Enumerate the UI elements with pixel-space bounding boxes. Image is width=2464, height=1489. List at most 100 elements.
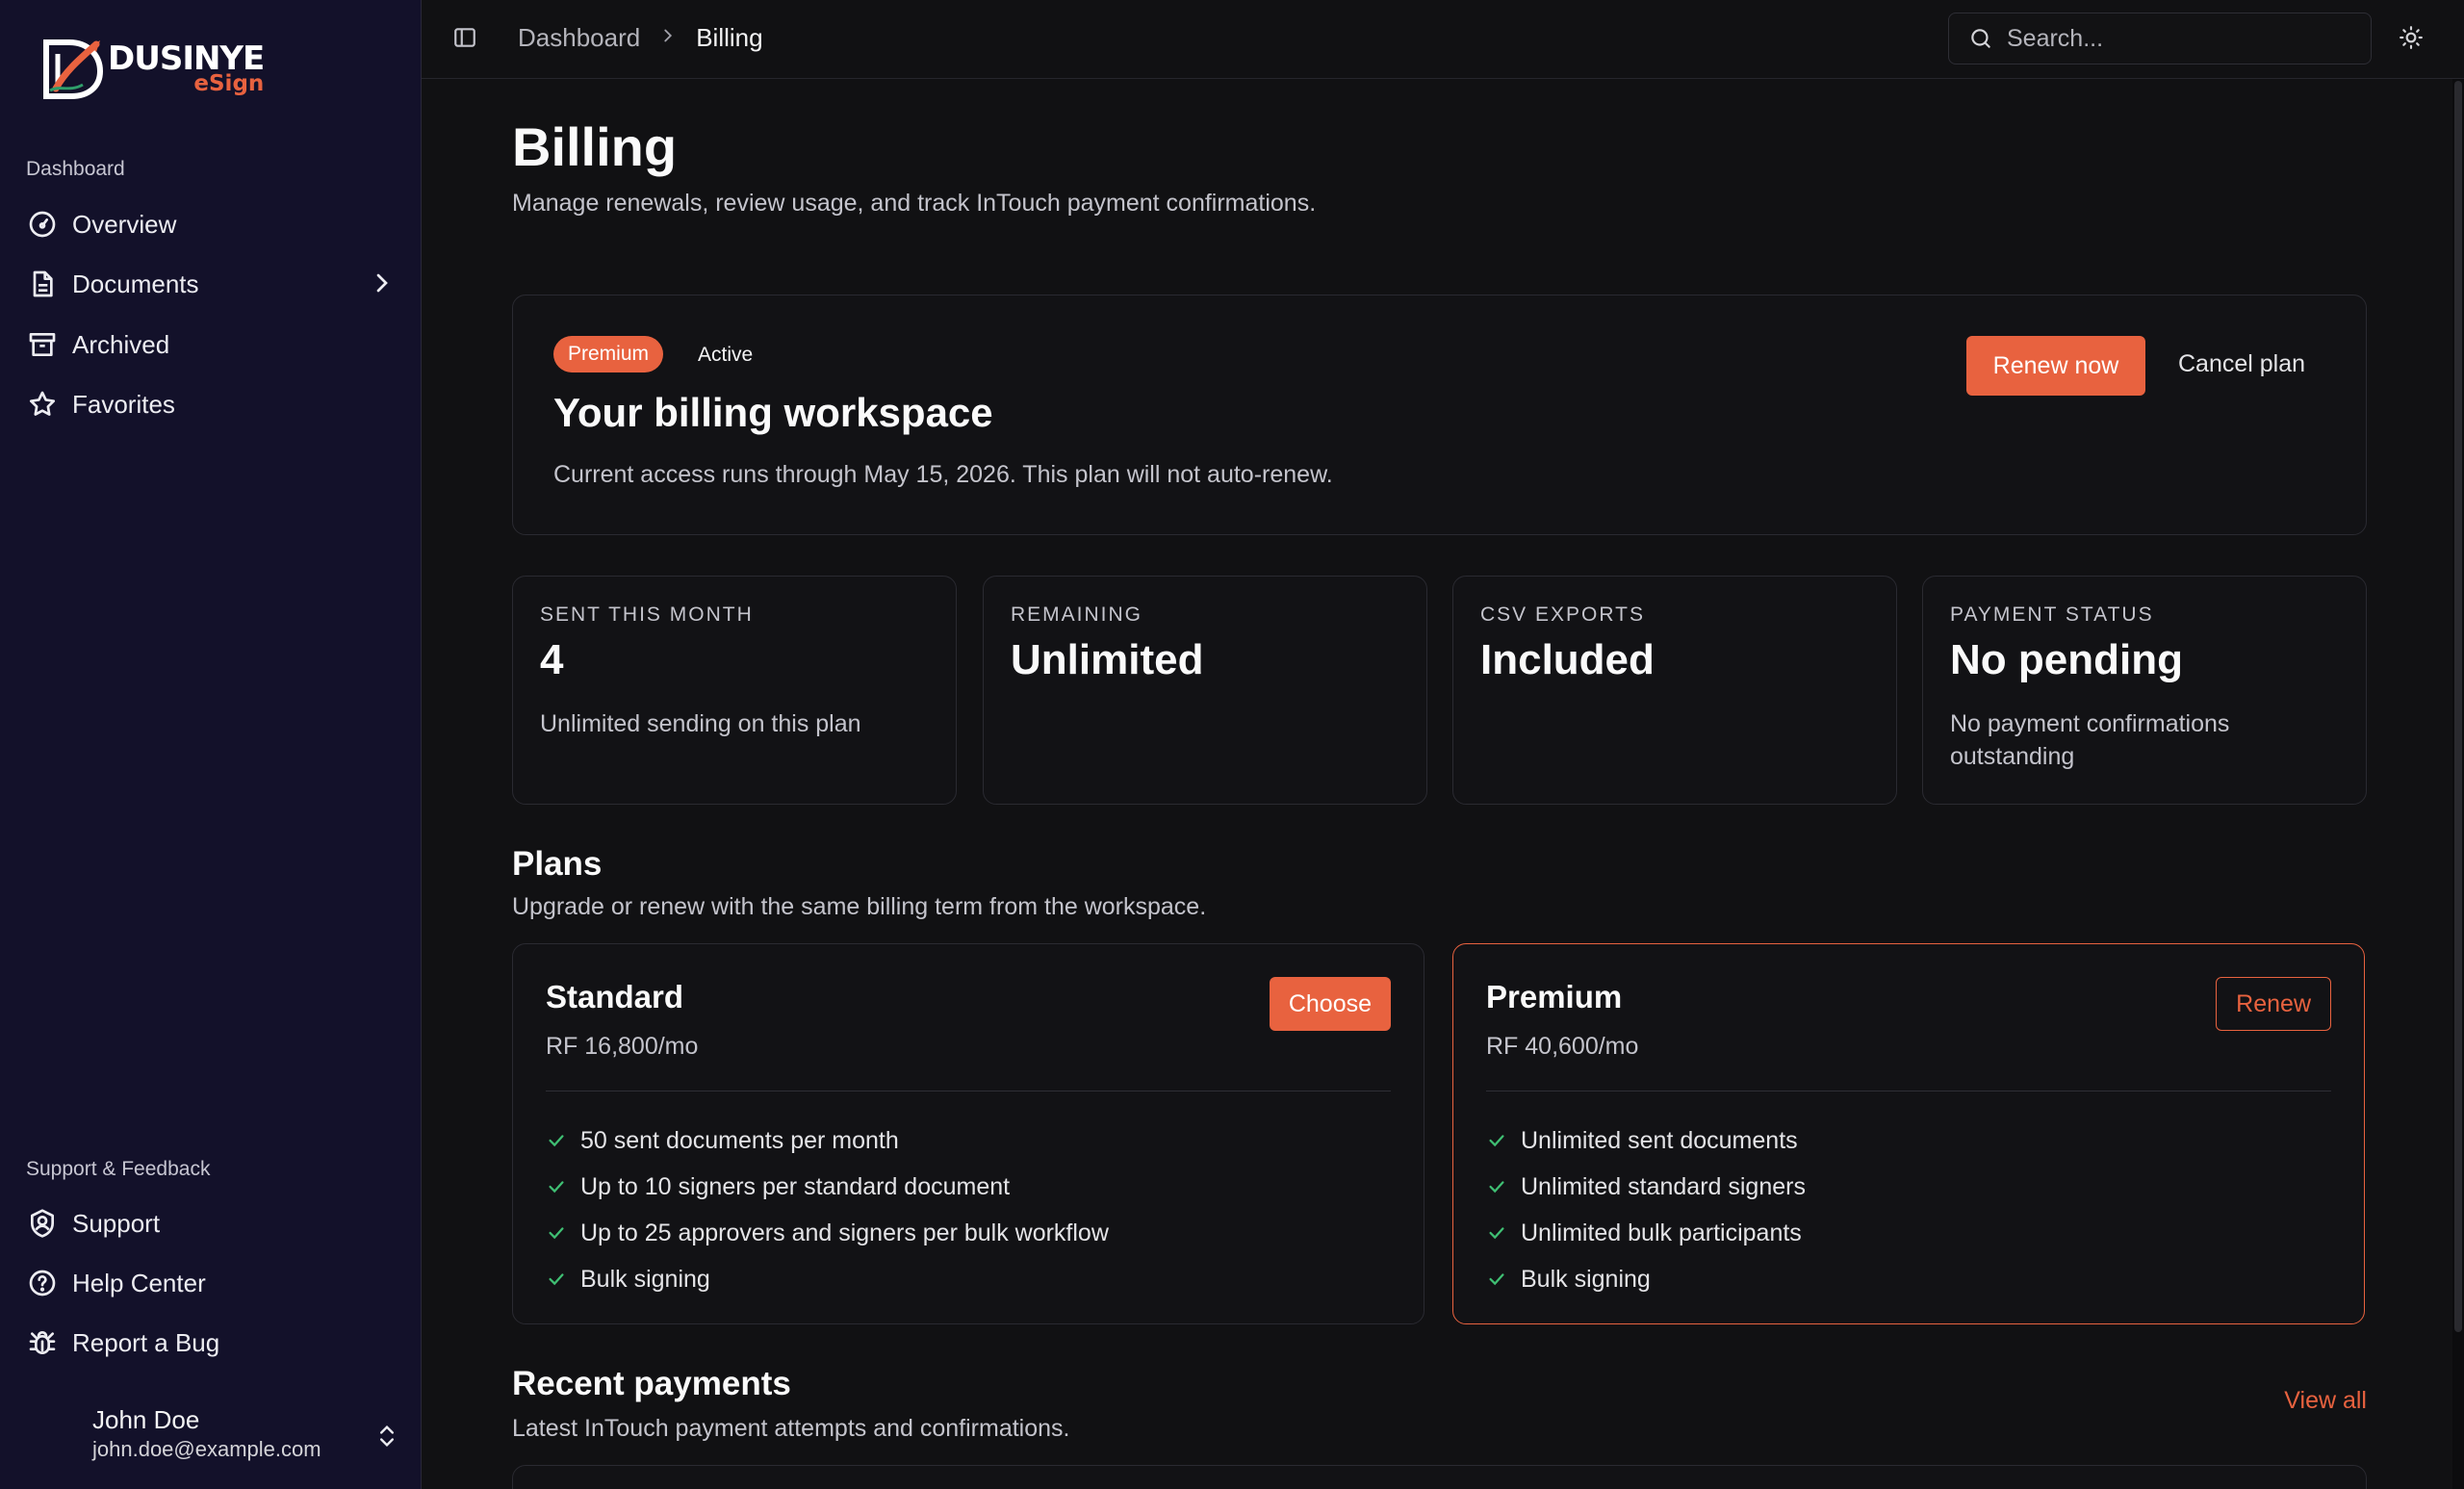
recent-payments-title: Recent payments xyxy=(512,1365,791,1402)
logo-mark-icon xyxy=(43,39,104,99)
status-badge: Active xyxy=(698,344,754,366)
plans-subtitle: Upgrade or renew with the same billing t… xyxy=(512,893,1207,920)
check-icon xyxy=(1489,1227,1504,1240)
bug-icon xyxy=(26,1326,59,1359)
sidebar-item-label: Help Center xyxy=(72,1268,206,1297)
check-icon xyxy=(1489,1181,1504,1194)
sun-icon[interactable] xyxy=(2399,25,2427,54)
renew-plan-button[interactable]: Renew xyxy=(2216,977,2331,1031)
feature-text: Bulk signing xyxy=(1521,1265,1651,1293)
recent-payments-subtitle: Latest InTouch payment attempts and conf… xyxy=(512,1415,1070,1442)
user-name: John Doe xyxy=(92,1405,200,1434)
recent-payments-card xyxy=(512,1465,2367,1489)
sidebar-item-favorites[interactable]: Favorites xyxy=(26,380,398,428)
plan-price: RF 40,600/mo xyxy=(1486,1033,1639,1060)
sidebar-item-overview[interactable]: Overview xyxy=(26,200,398,248)
chevron-right-icon[interactable] xyxy=(367,268,398,305)
stat-value: No pending xyxy=(1950,636,2183,683)
feature-item: Unlimited sent documents xyxy=(1486,1117,1806,1164)
feature-list: Unlimited sent documents Unlimited stand… xyxy=(1486,1117,1806,1302)
view-all-link[interactable]: View all xyxy=(2284,1387,2367,1415)
stat-payment-status: PAYMENT STATUS No pending No payment con… xyxy=(1922,576,2367,805)
stat-remaining: REMAINING Unlimited xyxy=(983,576,1427,805)
feature-item: Bulk signing xyxy=(546,1256,1109,1302)
feature-list: 50 sent documents per month Up to 10 sig… xyxy=(546,1117,1109,1302)
check-icon xyxy=(549,1135,564,1147)
scrollbar[interactable] xyxy=(2452,79,2464,1489)
feature-text: Unlimited standard signers xyxy=(1521,1172,1806,1200)
sidebar-group-support: Support & Feedback xyxy=(26,1158,211,1180)
gauge-icon xyxy=(26,208,59,241)
user-shield-icon xyxy=(26,1207,59,1240)
check-icon xyxy=(549,1273,564,1286)
sidebar-item-documents[interactable]: Documents xyxy=(26,260,398,308)
plan-name: Standard xyxy=(546,979,684,1014)
help-circle-icon xyxy=(26,1267,59,1299)
feature-text: Unlimited bulk participants xyxy=(1521,1219,1802,1246)
stat-label: SENT THIS MONTH xyxy=(540,603,754,626)
stat-label: PAYMENT STATUS xyxy=(1950,603,2154,626)
user-menu[interactable]: John Doe john.doe@example.com xyxy=(92,1405,400,1462)
plan-price: RF 16,800/mo xyxy=(546,1033,699,1060)
check-icon xyxy=(549,1227,564,1240)
feature-item: Unlimited standard signers xyxy=(1486,1164,1806,1210)
sidebar-group-dashboard: Dashboard xyxy=(26,158,125,180)
plan-card-standard: Standard RF 16,800/mo Choose 50 sent doc… xyxy=(512,943,1424,1324)
search-icon xyxy=(1971,29,1990,48)
page-title: Billing xyxy=(512,116,678,177)
stat-sent-this-month: SENT THIS MONTH 4 Unlimited sending on t… xyxy=(512,576,957,805)
plan-card-premium: Premium RF 40,600/mo Renew Unlimited sen… xyxy=(1452,943,2365,1324)
workspace-title: Your billing workspace xyxy=(553,390,993,435)
plan-name: Premium xyxy=(1486,979,1623,1014)
sidebar-item-report-bug[interactable]: Report a Bug xyxy=(26,1319,398,1367)
star-icon xyxy=(26,388,59,421)
archive-icon xyxy=(26,328,59,361)
cancel-plan-button[interactable]: Cancel plan xyxy=(2178,336,2305,392)
feature-text: Unlimited sent documents xyxy=(1521,1126,1798,1154)
breadcrumb-dashboard[interactable]: Dashboard xyxy=(518,23,640,53)
scrollbar-thumb[interactable] xyxy=(2454,81,2462,1332)
sidebar-item-label: Overview xyxy=(72,209,177,239)
feature-text: 50 sent documents per month xyxy=(580,1126,899,1154)
check-icon xyxy=(549,1181,564,1194)
sidebar-item-help-center[interactable]: Help Center xyxy=(26,1259,398,1307)
chevron-right-icon xyxy=(657,23,679,53)
sidebar-item-label: Archived xyxy=(72,329,170,359)
feature-text: Bulk signing xyxy=(580,1265,710,1293)
feature-item: 50 sent documents per month xyxy=(546,1117,1109,1164)
breadcrumb: Dashboard Billing xyxy=(518,23,763,53)
feature-text: Up to 25 approvers and signers per bulk … xyxy=(580,1219,1109,1246)
chevrons-up-down-icon[interactable] xyxy=(373,1423,400,1454)
workspace-description: Current access runs through May 15, 2026… xyxy=(553,461,1333,488)
stat-csv-exports: CSV EXPORTS Included xyxy=(1452,576,1897,805)
stat-description: Unlimited sending on this plan xyxy=(540,710,861,737)
sidebar-item-label: Documents xyxy=(72,269,199,298)
check-icon xyxy=(1489,1135,1504,1147)
brand-name: DUSINYE xyxy=(108,39,265,78)
feature-item: Unlimited bulk participants xyxy=(1486,1210,1806,1256)
billing-workspace-card: Premium Active Your billing workspace Cu… xyxy=(512,295,2367,535)
top-bar: Dashboard Billing xyxy=(422,0,2464,79)
choose-plan-button[interactable]: Choose xyxy=(1269,977,1391,1031)
sidebar-item-label: Support xyxy=(72,1208,161,1238)
renew-now-button[interactable]: Renew now xyxy=(1966,336,2145,396)
user-email: john.doe@example.com xyxy=(92,1437,321,1461)
stat-value: Unlimited xyxy=(1011,636,1204,683)
stat-label: REMAINING xyxy=(1011,603,1143,626)
sidebar-item-support[interactable]: Support xyxy=(26,1199,398,1247)
feature-item: Bulk signing xyxy=(1486,1256,1806,1302)
feature-item: Up to 10 signers per standard document xyxy=(546,1164,1109,1210)
search-input[interactable] xyxy=(2007,24,2334,53)
sidebar: DUSINYE eSign Dashboard Overview Documen… xyxy=(0,0,422,1489)
brand-logo[interactable]: DUSINYE eSign xyxy=(40,37,265,100)
page-subtitle: Manage renewals, review usage, and track… xyxy=(512,190,1317,217)
search-box[interactable] xyxy=(1948,13,2372,64)
breadcrumb-billing: Billing xyxy=(696,23,763,52)
plan-badge: Premium xyxy=(553,336,664,372)
plans-title: Plans xyxy=(512,845,603,883)
sidebar-item-label: Report a Bug xyxy=(72,1327,220,1357)
stat-label: CSV EXPORTS xyxy=(1480,603,1645,626)
sidebar-item-archived[interactable]: Archived xyxy=(26,321,398,369)
sidebar-toggle-icon[interactable] xyxy=(452,25,481,54)
sidebar-item-label: Favorites xyxy=(72,389,175,419)
